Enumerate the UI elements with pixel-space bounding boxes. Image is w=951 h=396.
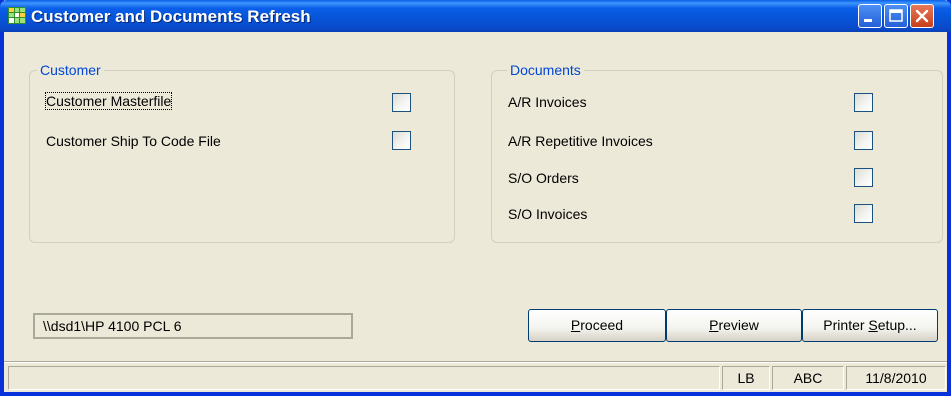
customer-masterfile-label: Customer Masterfile: [44, 92, 173, 110]
documents-group-label: Documents: [507, 62, 584, 78]
printer-setup-label-pre: Printer: [823, 317, 869, 333]
ar-invoices-label: A/R Invoices: [508, 94, 587, 110]
status-panel-main: [8, 366, 720, 390]
maximize-icon: [889, 9, 903, 22]
ar-repetitive-invoices-label: A/R Repetitive Invoices: [508, 133, 653, 149]
title-bar[interactable]: Customer and Documents Refresh: [0, 0, 951, 32]
so-orders-checkbox[interactable]: [854, 168, 873, 187]
dialog-window: Customer and Documents Refresh Customer …: [0, 0, 951, 396]
window-title: Customer and Documents Refresh: [31, 7, 311, 26]
close-icon: [915, 9, 929, 23]
so-orders-label: S/O Orders: [508, 170, 579, 186]
preview-button[interactable]: Preview: [666, 309, 802, 342]
printer-setup-label: etup...: [877, 317, 917, 333]
printer-setup-accelerator: S: [868, 317, 878, 333]
status-date: 11/8/2010: [846, 366, 946, 390]
status-company: ABC: [772, 366, 844, 390]
so-invoices-checkbox[interactable]: [854, 204, 873, 223]
customer-ship-to-code-file-label: Customer Ship To Code File: [46, 133, 221, 149]
preview-label: review: [718, 317, 759, 333]
close-button[interactable]: [910, 4, 934, 28]
ar-invoices-checkbox[interactable]: [854, 93, 873, 112]
app-grid-icon: [8, 7, 26, 24]
ar-repetitive-invoices-checkbox[interactable]: [854, 131, 873, 150]
printer-setup-button[interactable]: Printer Setup...: [802, 309, 938, 342]
printer-name-field: \\dsd1\HP 4100 PCL 6: [33, 313, 353, 339]
status-bar: LB ABC 11/8/2010: [4, 363, 947, 392]
status-user: LB: [722, 366, 770, 390]
minimize-icon: [864, 19, 872, 22]
minimize-button[interactable]: [858, 4, 882, 28]
proceed-button[interactable]: Proceed: [528, 309, 666, 342]
customer-masterfile-checkbox[interactable]: [392, 93, 411, 112]
maximize-button[interactable]: [884, 4, 908, 28]
so-invoices-label: S/O Invoices: [508, 206, 588, 222]
customer-group-label: Customer: [37, 62, 104, 78]
proceed-label: roceed: [580, 317, 624, 333]
customer-ship-to-code-file-checkbox[interactable]: [392, 131, 411, 150]
proceed-accelerator: P: [570, 317, 581, 333]
